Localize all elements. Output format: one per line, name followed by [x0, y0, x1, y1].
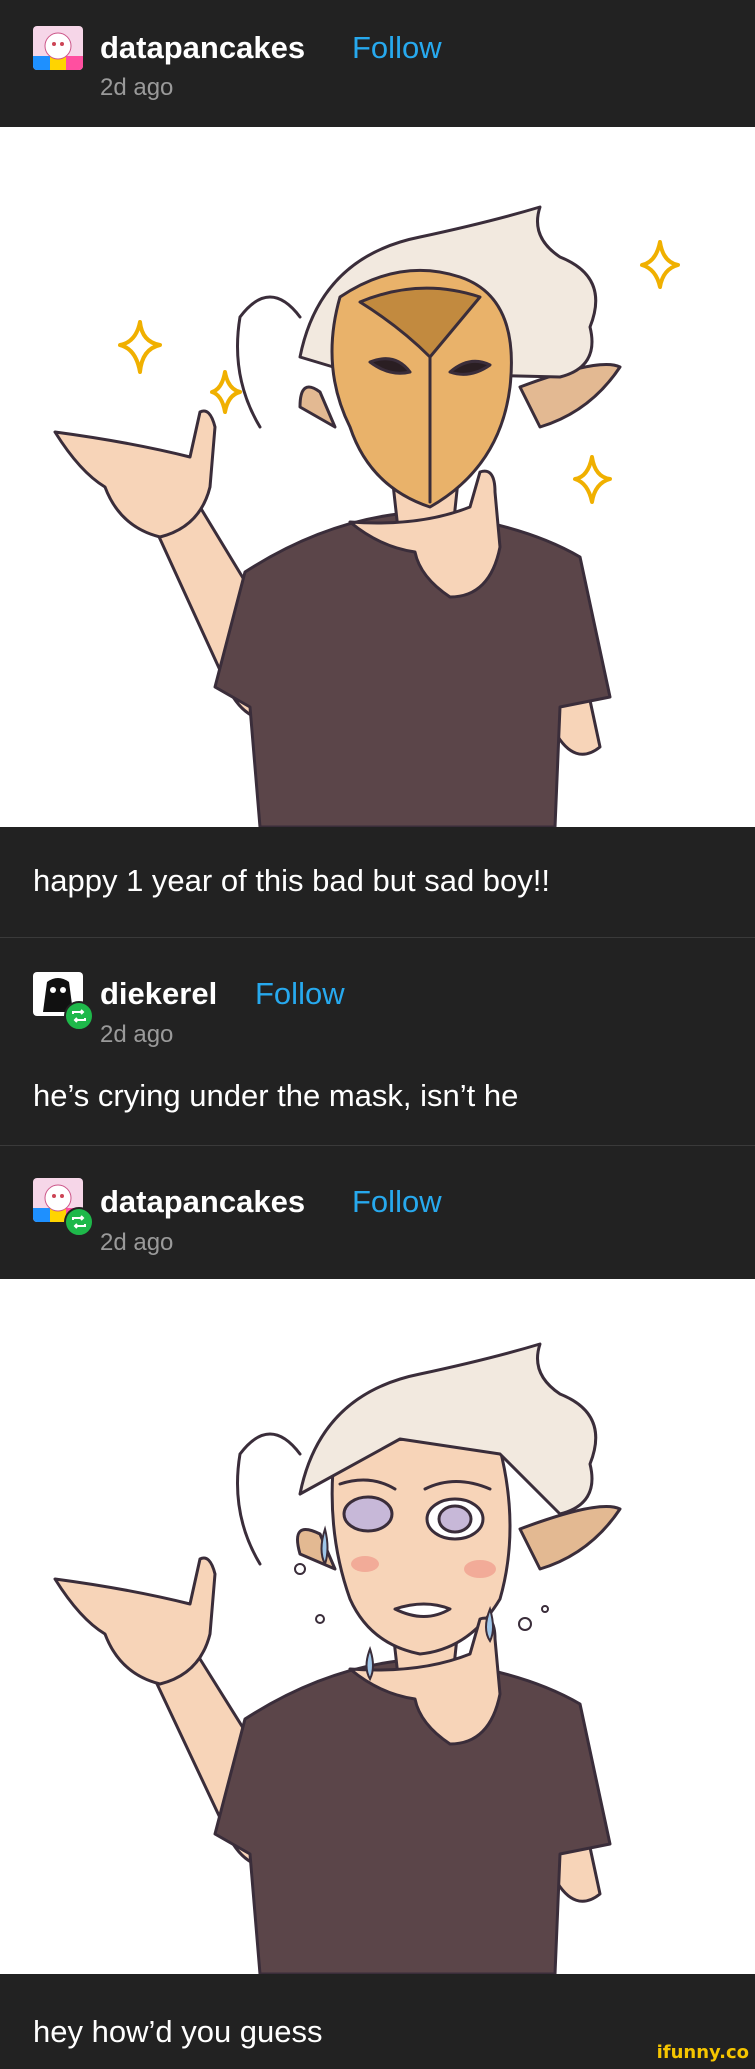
avatar-datapancakes[interactable] — [33, 26, 83, 70]
reblog-icon — [64, 1207, 94, 1237]
follow-button[interactable]: Follow — [352, 1184, 442, 1220]
tear-icon — [365, 1646, 374, 1682]
post-image-1 — [0, 127, 755, 829]
username[interactable]: datapancakes — [100, 1184, 305, 1220]
post-caption-1: happy 1 year of this bad but sad boy!! — [0, 827, 755, 937]
post-text: he’s crying under the mask, isn’t he — [33, 1078, 519, 1113]
sparkle-icon — [573, 455, 612, 504]
watermark: ifunny.co — [656, 2042, 749, 2063]
avatar-icon — [33, 26, 83, 70]
post-caption-3: hey how’d you guess — [0, 1974, 755, 2069]
post-text: hey how’d you guess — [33, 2014, 323, 2049]
follow-button[interactable]: Follow — [352, 30, 442, 66]
sparkle-icon — [640, 240, 680, 289]
sparkle-icon — [118, 320, 162, 374]
post-header-3: datapancakes Follow 2d ago — [0, 1146, 755, 1279]
sparkle-icon — [210, 370, 242, 414]
post-reblog-2: diekerel Follow 2d ago he’s crying under… — [0, 938, 755, 1145]
post-image-3 — [0, 1279, 755, 1976]
masked-character-illustration — [53, 205, 680, 829]
tear-icon — [320, 1525, 329, 1567]
post-time: 2d ago — [100, 74, 174, 101]
crying-character-illustration — [53, 1342, 622, 1976]
post-time: 2d ago — [100, 1021, 174, 1048]
reblog-icon — [64, 1001, 94, 1031]
follow-button[interactable]: Follow — [255, 976, 345, 1012]
post-text: happy 1 year of this bad but sad boy!! — [33, 863, 551, 898]
post-time: 2d ago — [100, 1229, 174, 1256]
post-header-1: datapancakes Follow 2d ago — [0, 0, 755, 127]
username[interactable]: datapancakes — [100, 30, 305, 66]
username[interactable]: diekerel — [100, 976, 217, 1012]
